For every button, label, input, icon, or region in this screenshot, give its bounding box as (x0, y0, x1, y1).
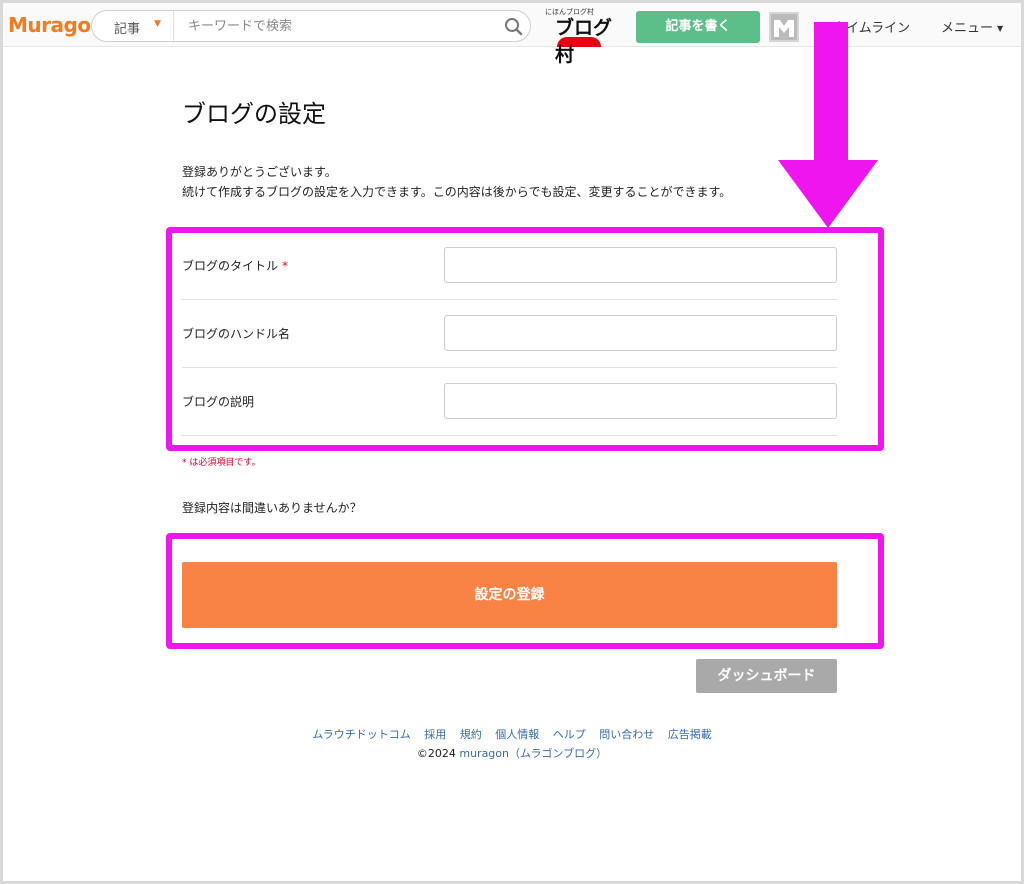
write-article-button[interactable]: 記事を書く (636, 11, 760, 43)
copyright-link[interactable]: muragon（ムラゴンブログ） (459, 747, 607, 760)
search-category-select[interactable]: 記事 ▼ (92, 11, 174, 41)
intro-line: 登録ありがとうございます。 (182, 165, 337, 179)
copyright-prefix: ©2024 (416, 747, 460, 760)
search-icon[interactable] (504, 17, 524, 37)
footer-link-contact[interactable]: 問い合わせ (599, 728, 654, 741)
copyright: ©2024 muragon（ムラゴンブログ） (0, 745, 1024, 761)
intro-line: 続けて作成するブログの設定を入力できます。この内容は後からでも設定、変更すること… (182, 185, 732, 199)
intro-text: 登録ありがとうございます。 続けて作成するブログの設定を入力できます。この内容は… (182, 162, 822, 202)
page-title: ブログの設定 (182, 100, 326, 128)
confirm-text: 登録内容は間違いありませんか？ (182, 501, 362, 515)
muragon-logo[interactable]: Muragon (8, 13, 105, 37)
footer-link-murauchi[interactable]: ムラウチドットコム (312, 728, 410, 741)
footer-link-help[interactable]: ヘルプ (553, 728, 586, 741)
footer-link-recruit[interactable]: 採用 (424, 728, 446, 741)
search-bar: 記事 ▼ (91, 10, 531, 42)
caret-down-icon: ▼ (154, 19, 161, 29)
dashboard-button[interactable]: ダッシュボード (696, 659, 837, 693)
form-highlight-box (166, 227, 884, 451)
required-note: * は必須項目です。 (182, 458, 261, 468)
blogmura-logo[interactable]: にほんブログ村 ブログ村 (543, 7, 623, 66)
nav-menu-label: メニュー (941, 21, 994, 36)
search-input[interactable] (188, 17, 488, 35)
arrow-down-icon (778, 22, 878, 228)
footer-link-privacy[interactable]: 個人情報 (495, 728, 539, 741)
caret-down-icon: ▼ (997, 24, 1004, 33)
blogmura-text: ブログ村 (555, 17, 613, 66)
footer-links: ムラウチドットコム 採用 規約 個人情報 ヘルプ 問い合わせ 広告掲載 (0, 726, 1024, 742)
footer-link-terms[interactable]: 規約 (460, 728, 482, 741)
search-category-label: 記事 (114, 22, 141, 37)
footer-link-ads[interactable]: 広告掲載 (668, 728, 712, 741)
nav-menu-dropdown[interactable]: メニュー ▼ (941, 17, 1003, 36)
submit-highlight-box (166, 533, 884, 649)
